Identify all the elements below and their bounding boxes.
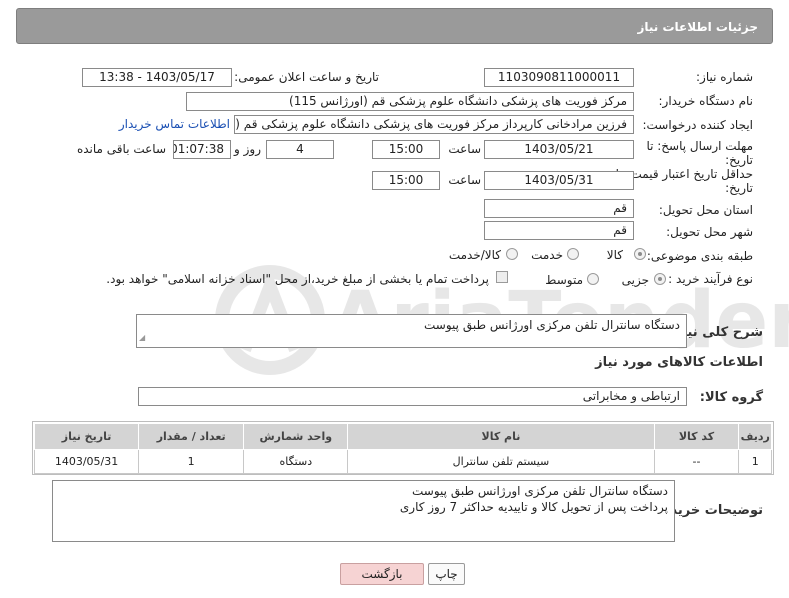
- buyer-notes-line-1: دستگاه سانترال تلفن مرکزی اورژانس طبق پی…: [412, 484, 668, 498]
- table-row: 1 -- سیستم تلفن سانترال دستگاه 1 1403/05…: [33, 449, 772, 474]
- process-radio-minor[interactable]: [654, 273, 666, 285]
- print-button[interactable]: چاپ: [428, 563, 465, 585]
- col-header-quantity: تعداد / مقدار: [138, 423, 245, 450]
- price-validity-date-field: 1403/05/31: [484, 171, 634, 190]
- cell-unit: دستگاه: [243, 449, 349, 474]
- price-validity-label: حداقل تاریخ اعتبار قیمت: تا: [615, 167, 753, 181]
- cell-item-code: --: [653, 449, 740, 474]
- goods-group-label: گروه کالا:: [699, 390, 763, 405]
- items-table-header-row: ردیف کد کالا نام کالا واحد شمارش تعداد /…: [33, 423, 772, 450]
- cell-item-name: سیستم تلفن سانترال: [347, 449, 655, 474]
- remaining-time-field: 01:07:38: [173, 140, 231, 159]
- requester-field: فرزین مرادخانی کارپرداز مرکز فوریت های پ…: [234, 115, 634, 134]
- category-radio-goods[interactable]: [634, 248, 646, 260]
- reply-deadline-label: مهلت ارسال پاسخ: تا: [646, 139, 753, 153]
- reply-time-field: 15:00: [372, 140, 440, 159]
- reply-deadline-label-date: تاریخ:: [725, 153, 753, 167]
- page-header: جزئیات اطلاعات نیاز: [16, 8, 773, 44]
- reply-days-label: روز و: [234, 142, 261, 156]
- col-header-need-date: تاریخ نیاز: [33, 423, 140, 450]
- category-label: طبقه بندی موضوعی:: [646, 249, 753, 263]
- cell-row-number: 1: [738, 449, 772, 474]
- delivery-province-field: قم: [484, 199, 634, 218]
- announce-datetime-label: تاریخ و ساعت اعلان عمومی:: [234, 70, 379, 84]
- cell-need-date: 1403/05/31: [33, 449, 140, 474]
- col-header-unit: واحد شمارش: [243, 423, 349, 450]
- buyer-org-field: مرکز فوریت های پزشکی دانشگاه علوم پزشکی …: [186, 92, 634, 111]
- remaining-time-label: ساعت باقی مانده: [76, 142, 166, 156]
- col-header-item-code: کد کالا: [653, 423, 740, 450]
- purchase-process-label: نوع فرآیند خرید :: [668, 272, 753, 286]
- requester-label: ایجاد کننده درخواست:: [642, 118, 753, 132]
- price-validity-label-date: تاریخ:: [725, 181, 753, 195]
- need-number-label: شماره نیاز:: [696, 70, 753, 84]
- page-title: جزئیات اطلاعات نیاز: [637, 20, 758, 34]
- process-radio-medium[interactable]: [587, 273, 599, 285]
- delivery-province-label: استان محل تحویل:: [658, 203, 753, 217]
- col-header-item-name: نام کالا: [347, 423, 655, 450]
- category-option-service: خدمت: [531, 248, 563, 262]
- process-option-medium: متوسط: [545, 273, 583, 287]
- buyer-notes-line-2: پرداخت پس از تحویل کالا و تاییدیه حداکثر…: [399, 500, 668, 514]
- back-button[interactable]: بازگشت: [340, 563, 424, 585]
- delivery-city-label: شهر محل تحویل:: [666, 225, 753, 239]
- col-header-row-number: ردیف: [738, 423, 772, 450]
- reply-date-field: 1403/05/21: [484, 140, 634, 159]
- treasury-payment-checkbox[interactable]: [496, 271, 508, 283]
- cell-quantity: 1: [138, 449, 245, 474]
- price-validity-time-field: 15:00: [372, 171, 440, 190]
- category-radio-goods-service[interactable]: [506, 248, 518, 260]
- reply-time-label: ساعت: [448, 142, 481, 156]
- reply-days-field: 4: [266, 140, 334, 159]
- category-option-goods-service: کالا/خدمت: [448, 248, 501, 262]
- buyer-contact-link[interactable]: اطلاعات تماس خریدار: [119, 117, 230, 131]
- goods-section-title: اطلاعات کالاهای مورد نیاز: [595, 355, 763, 370]
- goods-group-field: ارتباطی و مخابراتی: [138, 387, 687, 406]
- treasury-payment-note: پرداخت تمام یا بخشی از مبلغ خرید،از محل …: [106, 272, 489, 286]
- items-table: ردیف کد کالا نام کالا واحد شمارش تعداد /…: [33, 423, 772, 474]
- buyer-notes-textarea: دستگاه سانترال تلفن مرکزی اورژانس طبق پی…: [52, 480, 675, 542]
- general-description-textarea: دستگاه سانترال تلفن مرکزی اورژانس طبق پی…: [136, 314, 687, 348]
- delivery-city-field: قم: [484, 221, 634, 240]
- buyer-org-label: نام دستگاه خریدار:: [658, 94, 754, 108]
- category-radio-service[interactable]: [567, 248, 579, 260]
- need-number-field: 1103090811000011: [484, 68, 634, 87]
- announce-datetime-field: 1403/05/17 - 13:38: [82, 68, 232, 87]
- price-validity-time-label: ساعت: [448, 173, 481, 187]
- general-description-text: دستگاه سانترال تلفن مرکزی اورژانس طبق پی…: [424, 318, 680, 332]
- resize-grip-icon[interactable]: ◢: [139, 330, 145, 346]
- category-option-goods: کالا: [606, 248, 623, 262]
- process-option-minor: جزیی: [621, 273, 649, 287]
